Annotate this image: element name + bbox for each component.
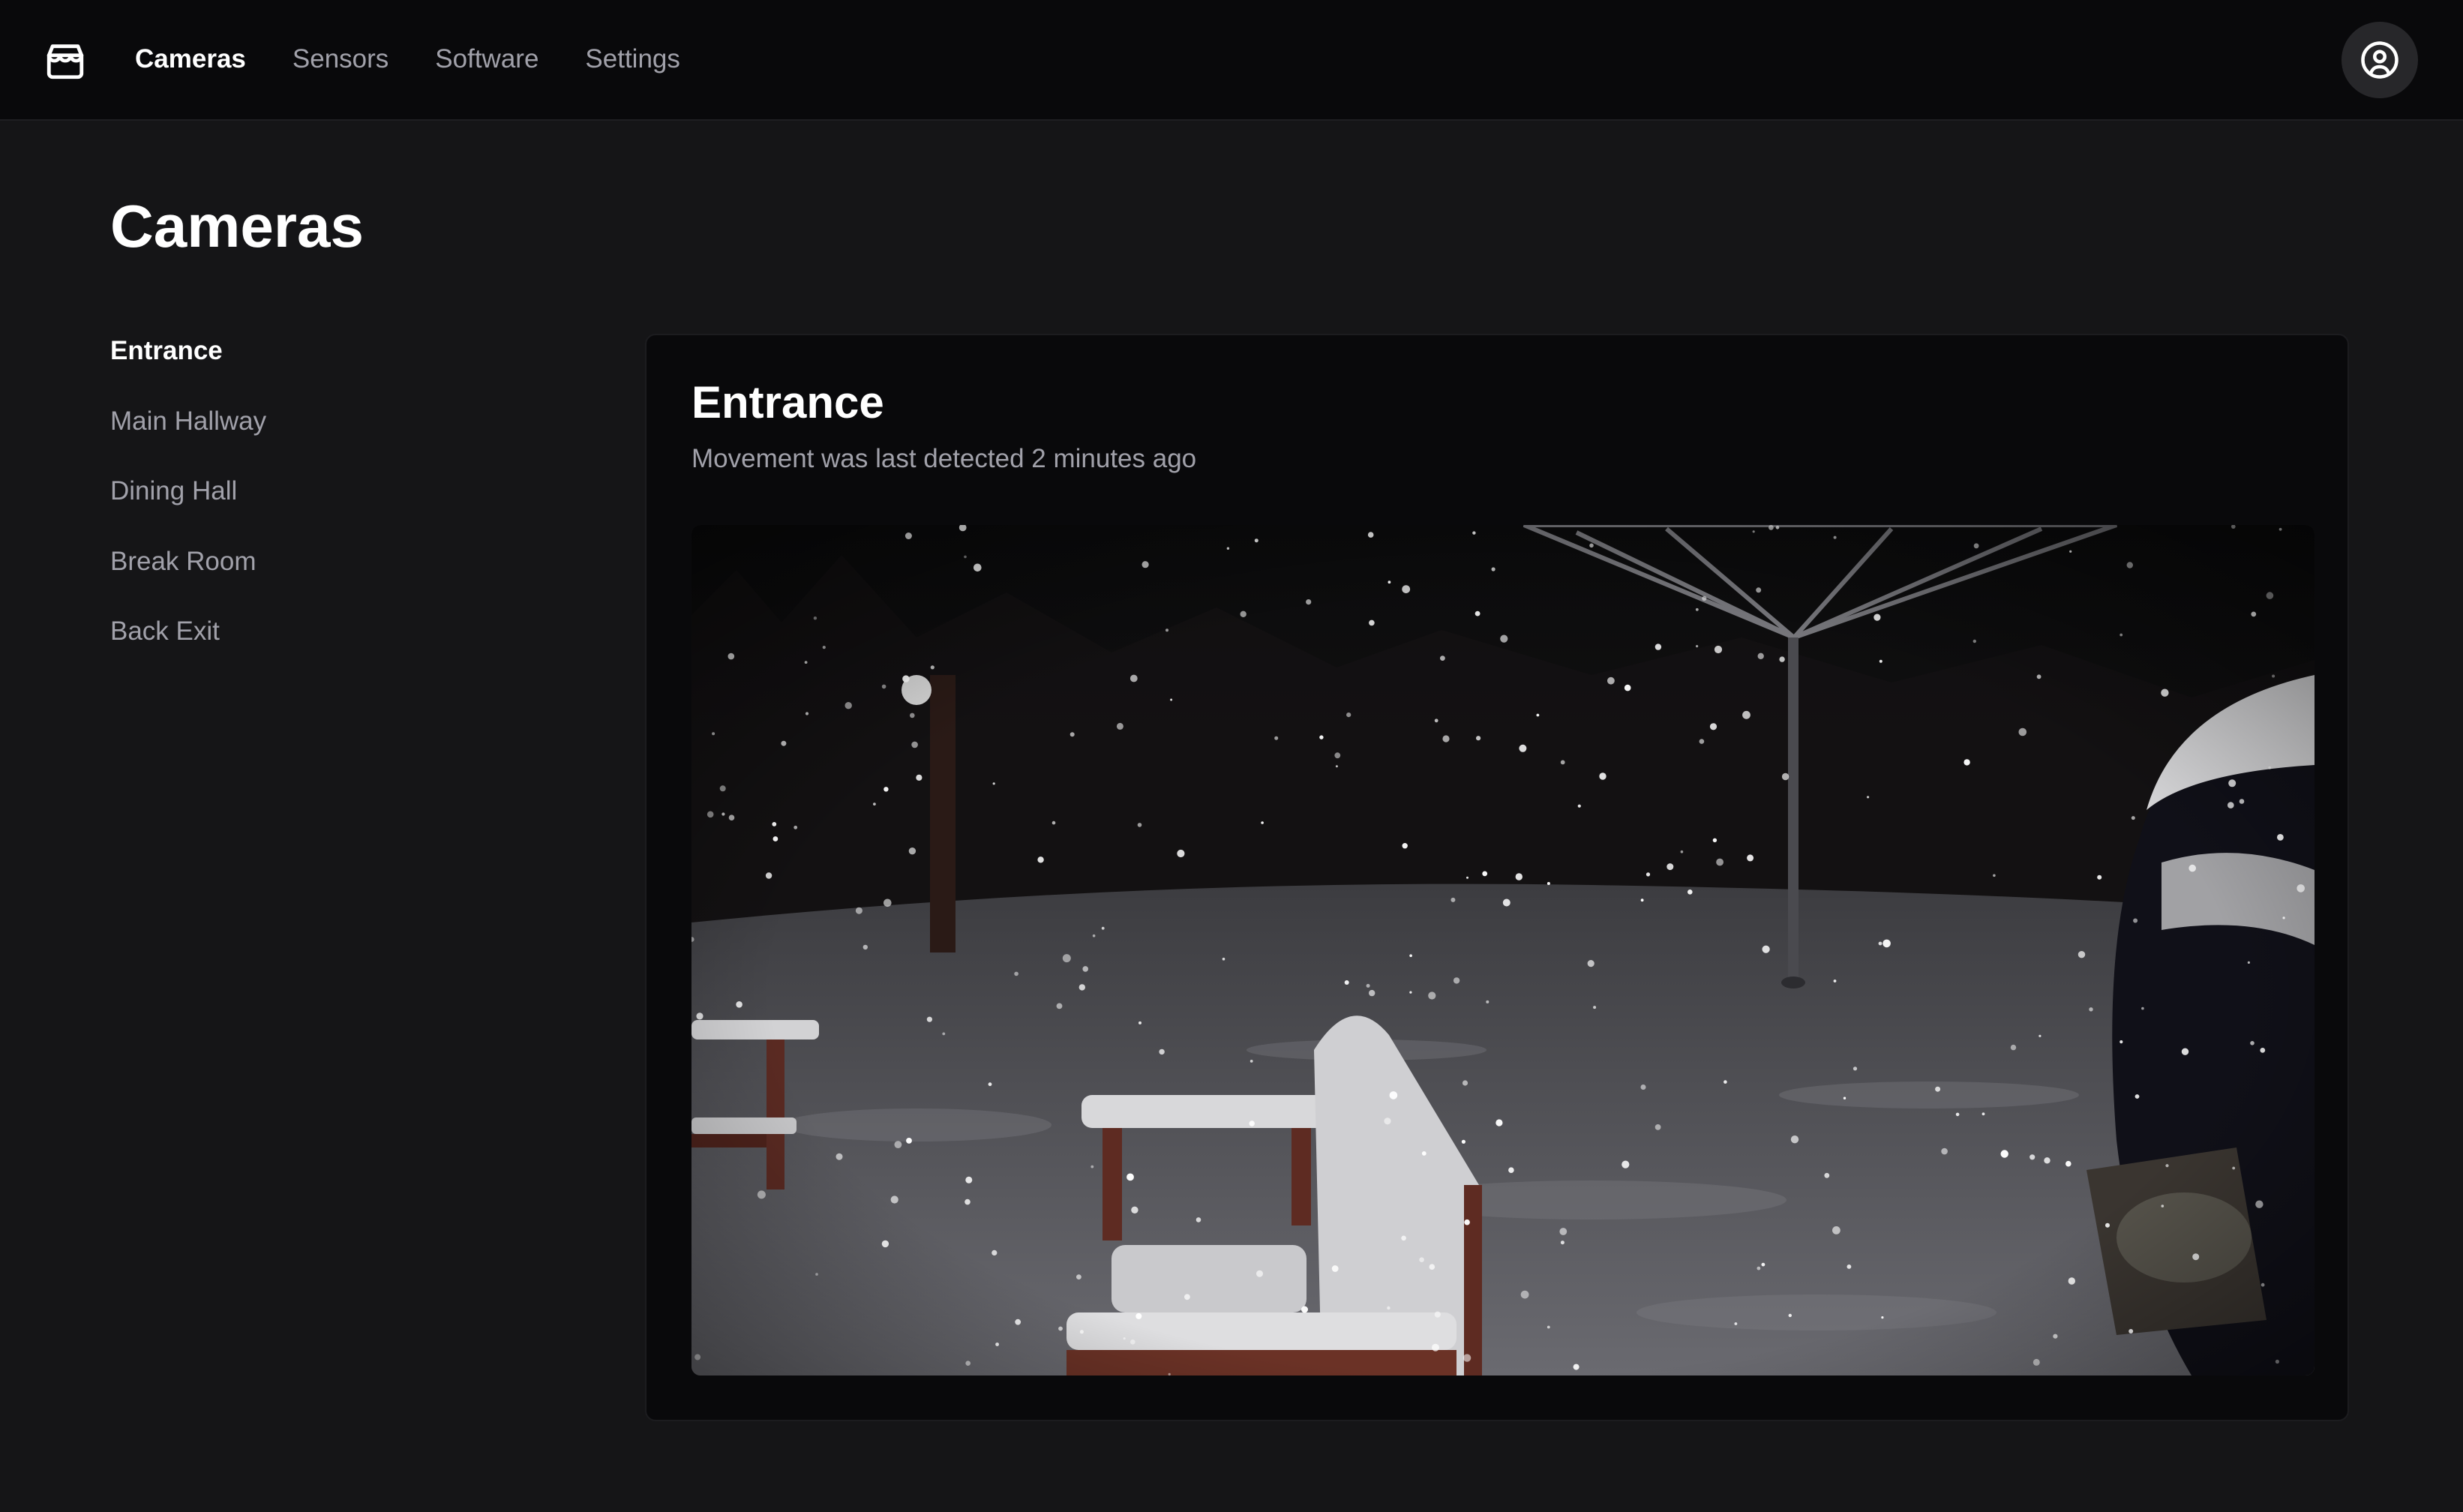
page-title: Cameras [110, 193, 364, 260]
movement-status: Movement was last detected 2 minutes ago [692, 444, 1197, 473]
user-circle-icon [2361, 41, 2398, 79]
camera-title: Entrance [692, 377, 884, 428]
camera-list-item-entrance[interactable]: Entrance [110, 330, 266, 400]
camera-list-item-back-exit[interactable]: Back Exit [110, 610, 266, 681]
nav-item-sensors[interactable]: Sensors [292, 44, 388, 74]
camera-list: Entrance Main Hallway Dining Hall Break … [110, 330, 266, 681]
store-icon[interactable] [44, 39, 87, 82]
main-nav: Cameras Sensors Software Settings [135, 0, 680, 118]
camera-list-item-main-hallway[interactable]: Main Hallway [110, 400, 266, 471]
nav-item-software[interactable]: Software [435, 44, 538, 74]
nav-item-settings[interactable]: Settings [585, 44, 680, 74]
top-navigation-bar: Cameras Sensors Software Settings [0, 0, 2463, 121]
camera-feed-card: Entrance Movement was last detected 2 mi… [645, 334, 2349, 1421]
camera-feed-image[interactable] [692, 525, 2314, 1376]
nav-item-cameras[interactable]: Cameras [135, 44, 246, 74]
camera-list-item-break-room[interactable]: Break Room [110, 541, 266, 611]
account-button[interactable] [2342, 22, 2418, 98]
camera-list-item-dining-hall[interactable]: Dining Hall [110, 470, 266, 541]
